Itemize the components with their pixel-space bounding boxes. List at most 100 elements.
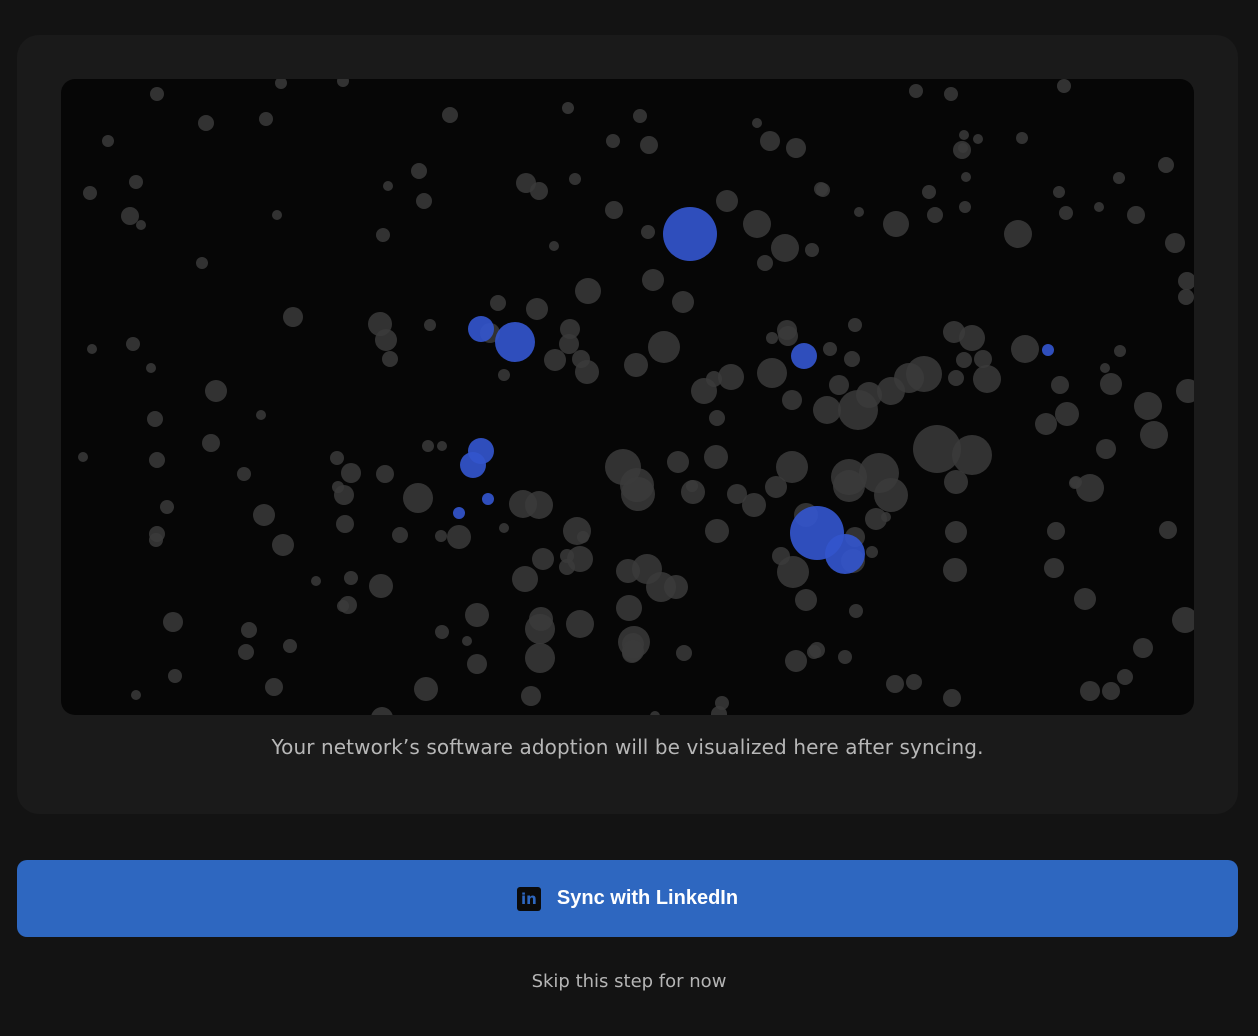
network-node (198, 115, 214, 131)
network-node (650, 711, 660, 715)
network-node (642, 269, 664, 291)
network-node (371, 707, 393, 715)
network-node (973, 365, 1001, 393)
network-node-highlighted (482, 493, 494, 505)
network-node (648, 331, 680, 363)
network-node (369, 574, 393, 598)
network-node (499, 523, 509, 533)
network-node (435, 625, 449, 639)
network-node (562, 102, 574, 114)
network-node (1178, 272, 1194, 290)
network-node (121, 207, 139, 225)
network-node (1059, 206, 1073, 220)
network-node (575, 278, 601, 304)
network-node (952, 435, 992, 475)
network-node (330, 451, 344, 465)
network-node (241, 622, 257, 638)
network-node (1094, 202, 1104, 212)
network-node (785, 650, 807, 672)
network-node (948, 370, 964, 386)
network-node (1096, 439, 1116, 459)
network-node (78, 452, 88, 462)
network-visualization (61, 79, 1194, 715)
network-node (376, 228, 390, 242)
network-node (672, 291, 694, 313)
network-node (126, 337, 140, 351)
network-node (909, 84, 923, 98)
network-node (1055, 402, 1079, 426)
network-node (1127, 206, 1145, 224)
network-node (956, 352, 972, 368)
network-node (414, 677, 438, 701)
network-node (238, 644, 254, 660)
network-node (521, 686, 541, 706)
network-node (1016, 132, 1028, 144)
network-node (1044, 558, 1064, 578)
network-node (742, 493, 766, 517)
network-node (376, 465, 394, 483)
sync-button-label: Sync with LinkedIn (556, 887, 739, 909)
network-node (621, 477, 655, 511)
network-node (922, 185, 936, 199)
skip-step-link[interactable]: Skip this step for now (0, 971, 1258, 992)
network-node (442, 107, 458, 123)
network-node (311, 576, 321, 586)
network-node (823, 342, 837, 356)
network-node (943, 558, 967, 582)
network-node-highlighted (791, 343, 817, 369)
sync-linkedin-button[interactable]: in Sync with LinkedIn (17, 860, 1238, 937)
network-node (813, 396, 841, 424)
network-node (838, 650, 852, 664)
network-node (1158, 157, 1174, 173)
network-node (1004, 220, 1032, 248)
visualization-caption: Your network’s software adoption will be… (271, 735, 984, 759)
network-preview-card: Your network’s software adoption will be… (17, 35, 1238, 814)
network-node (776, 451, 808, 483)
network-node (854, 207, 864, 217)
network-node (383, 181, 393, 191)
network-node (467, 654, 487, 674)
network-node (569, 173, 581, 185)
network-node (883, 211, 909, 237)
network-node (544, 349, 566, 371)
network-node (786, 138, 806, 158)
network-node (1069, 477, 1081, 489)
network-node (760, 131, 780, 151)
network-node (403, 483, 433, 513)
network-node (256, 410, 266, 420)
network-node (146, 363, 156, 373)
network-node (1117, 669, 1133, 685)
network-node (1102, 682, 1120, 700)
network-node-highlighted (825, 534, 865, 574)
network-node (567, 546, 593, 572)
network-node (237, 467, 251, 481)
network-node (1140, 421, 1168, 449)
network-node (961, 172, 971, 182)
network-node (259, 112, 273, 126)
network-node (563, 517, 591, 545)
network-node (1113, 172, 1125, 184)
network-node (805, 243, 819, 257)
network-node (757, 358, 787, 388)
network-node-highlighted (453, 507, 465, 519)
network-node (927, 207, 943, 223)
network-node (959, 201, 971, 213)
network-node (334, 485, 354, 505)
network-node (1178, 289, 1194, 305)
network-node (462, 636, 472, 646)
network-node (530, 182, 548, 200)
network-node (777, 556, 809, 588)
network-node (718, 364, 744, 390)
network-node (953, 141, 971, 159)
network-node (392, 527, 408, 543)
network-node (681, 480, 705, 504)
network-node (640, 136, 658, 154)
network-node (676, 645, 692, 661)
network-node-highlighted (460, 452, 486, 478)
network-node (705, 519, 729, 543)
network-node (147, 411, 163, 427)
network-node (844, 351, 860, 367)
network-node (829, 375, 849, 395)
network-node (766, 332, 778, 344)
network-node (168, 669, 182, 683)
